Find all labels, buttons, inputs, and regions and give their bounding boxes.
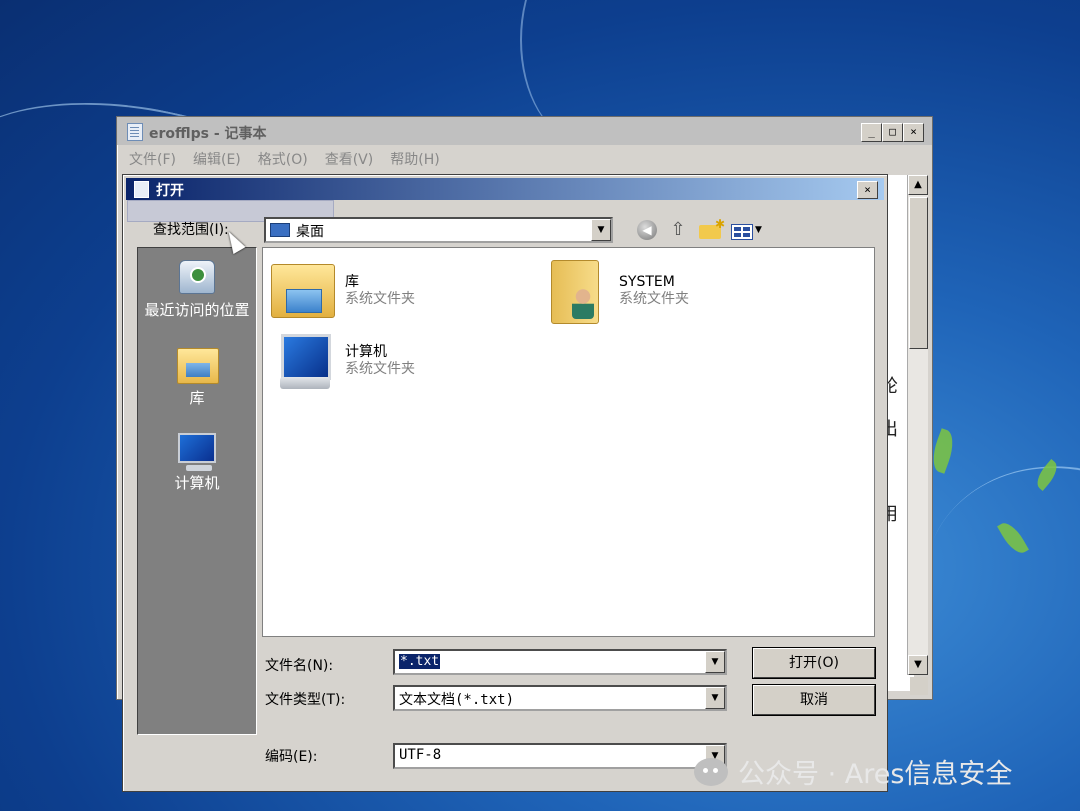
- minimize-button[interactable]: _: [861, 123, 882, 142]
- menu-edit[interactable]: 编辑(E): [193, 149, 241, 169]
- notepad-vertical-scrollbar[interactable]: ▲ ▼: [907, 175, 928, 675]
- place-library[interactable]: 库: [138, 348, 256, 407]
- scroll-up-button[interactable]: ▲: [908, 175, 928, 195]
- computer-icon: [280, 334, 331, 389]
- chevron-down-icon[interactable]: ▼: [755, 225, 762, 235]
- open-file-dialog: 打开 × 查找范围(I): 桌面 ▼ ◀ ⇧ ▼ 最近访问的位置 库 计算机: [122, 174, 888, 792]
- filename-label: 文件名(N):: [265, 658, 334, 674]
- place-recent[interactable]: 最近访问的位置: [138, 260, 256, 319]
- user-folder-icon: [551, 260, 599, 324]
- chevron-down-icon[interactable]: ▼: [705, 651, 725, 673]
- notepad-icon: [127, 123, 143, 141]
- menu-format[interactable]: 格式(O): [258, 149, 308, 169]
- resize-grip[interactable]: [910, 677, 928, 695]
- open-button[interactable]: 打开(O): [753, 648, 875, 678]
- new-folder-icon[interactable]: [699, 217, 725, 239]
- back-icon[interactable]: ◀: [637, 220, 657, 240]
- look-in-label: 查找范围(I):: [153, 222, 229, 238]
- notepad-title: erofflps - 记事本: [149, 126, 267, 142]
- chevron-down-icon[interactable]: ▼: [591, 219, 611, 241]
- menu-view[interactable]: 查看(V): [325, 149, 374, 169]
- scroll-thumb[interactable]: [909, 197, 928, 349]
- filetype-value: 文本文档(*.txt): [399, 692, 515, 708]
- library-folder-icon: [271, 264, 335, 318]
- computer-icon: [178, 433, 216, 471]
- cancel-button[interactable]: 取消: [753, 685, 875, 715]
- dialog-title-bar[interactable]: 打开 ×: [126, 178, 884, 200]
- wechat-icon: [694, 757, 728, 786]
- dialog-title: 打开: [156, 183, 184, 199]
- file-list[interactable]: 库 系统文件夹 SYSTEM 系统文件夹 计算机 系统文件夹: [262, 247, 875, 637]
- filetype-label: 文件类型(T):: [265, 692, 346, 708]
- views-menu-icon[interactable]: [731, 223, 753, 240]
- file-name: SYSTEM: [619, 274, 675, 290]
- filetype-dropdown[interactable]: 文本文档(*.txt) ▼: [393, 685, 727, 711]
- notepad-menu-bar: 文件(F) 编辑(E) 格式(O) 查看(V) 帮助(H): [129, 149, 440, 169]
- encoding-value: UTF-8: [399, 747, 442, 763]
- watermark-text: 公众号 · Ares信息安全: [738, 759, 1013, 790]
- file-item-computer[interactable]: 计算机 系统文件夹: [271, 332, 415, 392]
- dialog-close-button[interactable]: ×: [857, 181, 878, 199]
- watermark: 公众号 · Ares信息安全: [694, 752, 1012, 791]
- menu-file[interactable]: 文件(F): [129, 149, 176, 169]
- places-bar: 最近访问的位置 库 计算机: [137, 247, 257, 735]
- encoding-dropdown[interactable]: UTF-8 ▼: [393, 743, 727, 769]
- file-name: 库: [345, 274, 359, 290]
- up-folder-icon[interactable]: ⇧: [667, 219, 689, 241]
- recent-places-icon: [179, 260, 215, 294]
- close-button[interactable]: ×: [903, 123, 924, 142]
- file-type: 系统文件夹: [345, 361, 415, 377]
- menu-help[interactable]: 帮助(H): [390, 149, 439, 169]
- file-item-library[interactable]: 库 系统文件夹: [271, 260, 415, 320]
- file-item-system[interactable]: SYSTEM 系统文件夹: [545, 260, 689, 324]
- look-in-dropdown[interactable]: 桌面 ▼: [264, 217, 613, 243]
- encoding-label: 编码(E):: [265, 749, 318, 765]
- maximize-button[interactable]: □: [882, 123, 903, 142]
- notepad-title-bar[interactable]: erofflps - 记事本 _ □ ×: [117, 117, 932, 145]
- place-computer-label: 计算机: [174, 474, 220, 492]
- place-recent-label: 最近访问的位置: [144, 301, 250, 319]
- look-in-value: 桌面: [296, 224, 324, 240]
- chevron-down-icon[interactable]: ▼: [705, 687, 725, 709]
- library-icon: [177, 348, 219, 384]
- file-type: 系统文件夹: [345, 291, 415, 307]
- filename-input[interactable]: *.txt ▼: [393, 649, 727, 675]
- filename-value: *.txt: [399, 654, 441, 669]
- notepad-icon: [134, 181, 149, 198]
- place-library-label: 库: [189, 389, 205, 407]
- desktop-icon: [270, 223, 290, 237]
- file-type: 系统文件夹: [619, 291, 689, 307]
- file-name: 计算机: [345, 344, 387, 360]
- scroll-down-button[interactable]: ▼: [908, 655, 928, 675]
- place-computer[interactable]: 计算机: [138, 433, 256, 492]
